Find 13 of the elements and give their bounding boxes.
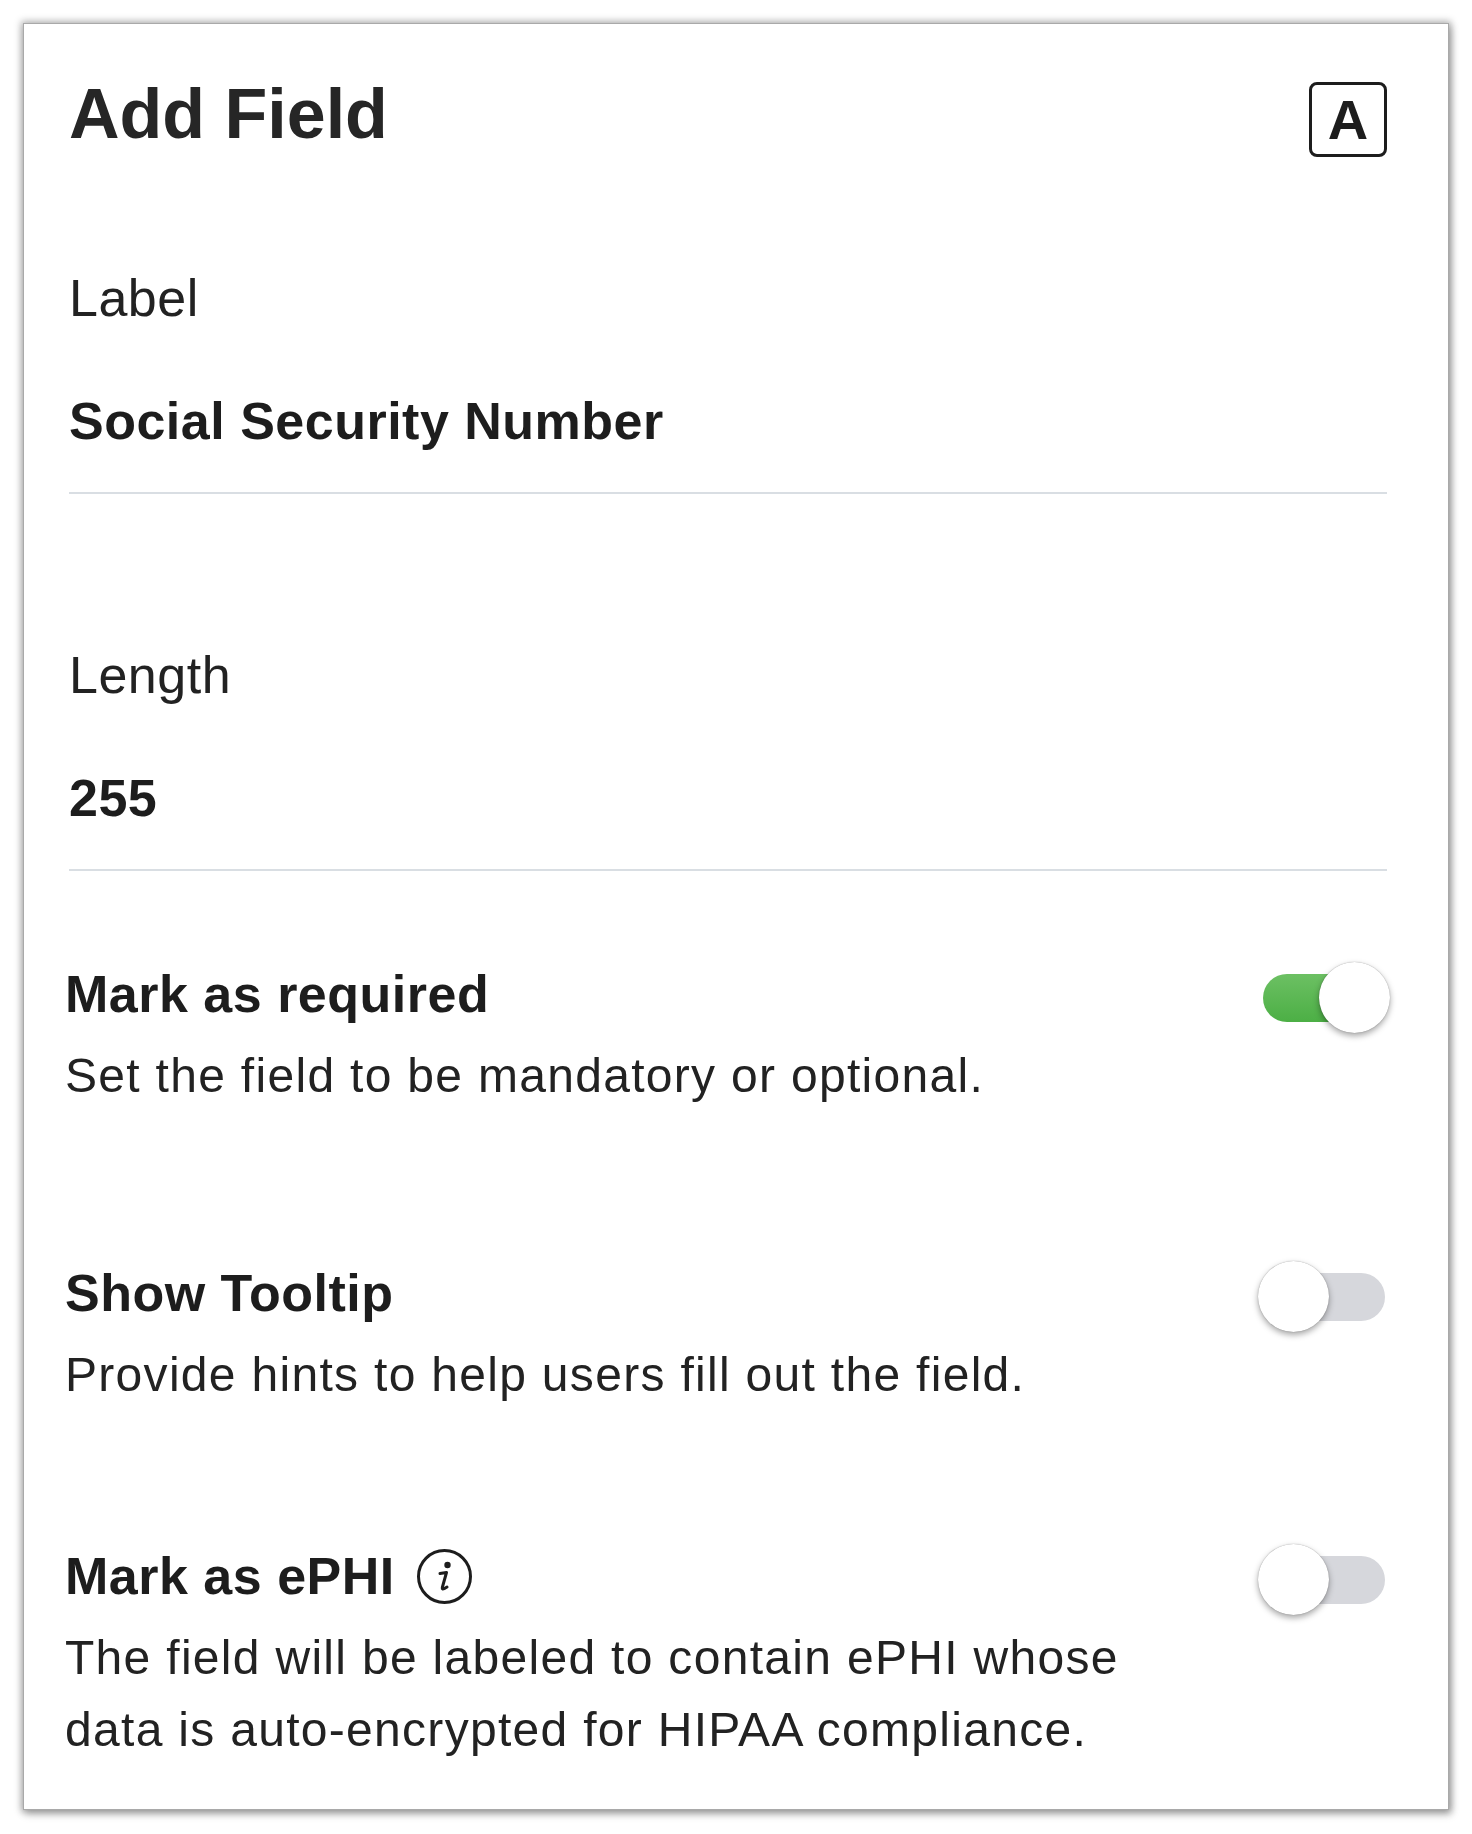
setting-description: Set the field to be mandatory or optional. (65, 1048, 985, 1104)
field-label: Length (69, 645, 232, 706)
text-input[interactable]: Social Security Number (69, 390, 1387, 494)
setting-description: The field will be labeled to contain ePHI whose data is auto-encrypted for HIPAA compliance. (65, 1630, 1120, 1758)
text-input[interactable]: 255 (69, 767, 1387, 871)
setting-description: Provide hints to help users fill out the field. (65, 1347, 1026, 1403)
setting-title: Show Tooltip (65, 1263, 394, 1324)
info-icon[interactable] (416, 1548, 472, 1604)
panel-title: Add Field (69, 74, 388, 155)
field-type-icon: A (1309, 82, 1387, 157)
setting-title: Mark as ePHI (65, 1546, 395, 1607)
setting-title: Mark as required (65, 964, 490, 1025)
field-label: Label (69, 268, 199, 329)
